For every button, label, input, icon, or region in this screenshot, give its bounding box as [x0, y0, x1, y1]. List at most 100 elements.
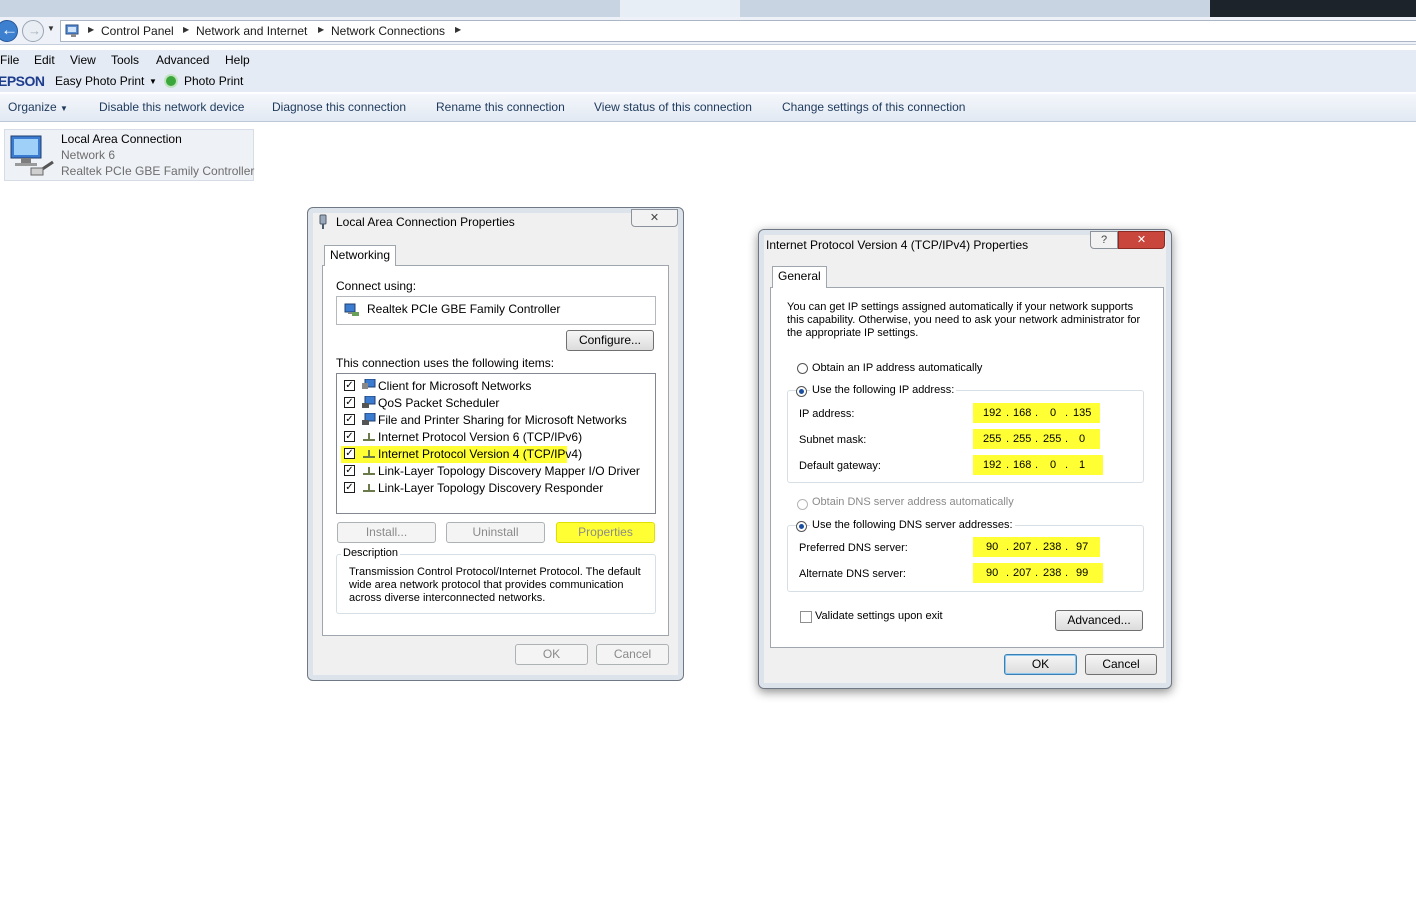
use-following-dns-radio[interactable] — [796, 521, 807, 532]
list-item[interactable]: ✓ File and Printer Sharing for Microsoft… — [337, 412, 655, 429]
uninstall-button[interactable]: Uninstall — [446, 522, 545, 543]
dns-group: Use the following DNS server addresses: … — [787, 519, 1144, 592]
organize-menu[interactable]: Organize ▼ — [8, 100, 68, 114]
checkbox[interactable]: ✓ — [344, 465, 355, 476]
adapter-field: Realtek PCIe GBE Family Controller — [336, 296, 656, 325]
tab-general[interactable]: General — [772, 266, 827, 288]
default-gateway-label: Default gateway: — [799, 460, 881, 472]
breadcrumb-control-panel[interactable]: Control Panel — [101, 24, 174, 38]
item-label: Internet Protocol Version 4 (TCP/IPv4) — [378, 447, 583, 461]
close-button[interactable]: ✕ — [1118, 231, 1165, 249]
breadcrumb-separator-icon[interactable]: ▶ — [455, 25, 461, 34]
install-button[interactable]: Install... — [337, 522, 436, 543]
local-area-connection-tile[interactable]: Local Area Connection Network 6 Realtek … — [4, 129, 254, 181]
preferred-dns-label: Preferred DNS server: — [799, 542, 908, 554]
ip-octet: 255 — [1043, 433, 1062, 445]
ip-octet: 97 — [1076, 541, 1089, 553]
list-item[interactable]: ✓ Internet Protocol Version 6 (TCP/IPv6) — [337, 429, 655, 446]
ip-octet: 0 — [1079, 433, 1086, 445]
forward-arrow-icon: → — [28, 23, 41, 38]
default-gateway-field[interactable]: 192. 168. 0. 1 — [973, 455, 1103, 475]
validate-checkbox[interactable] — [800, 611, 812, 623]
back-arrow-icon: ← — [1, 20, 18, 39]
ip-octet: 99 — [1076, 567, 1089, 579]
forward-button[interactable]: → — [22, 20, 44, 42]
obtain-ip-auto-label: Obtain an IP address automatically — [812, 362, 983, 374]
ok-button[interactable]: OK — [1004, 654, 1077, 675]
checkbox[interactable]: ✓ — [344, 397, 355, 408]
network-client-icon — [362, 379, 376, 389]
configure-button[interactable]: Configure... — [566, 330, 654, 351]
rename-connection-button[interactable]: Rename this connection — [436, 100, 565, 114]
menu-bar: File Edit View Tools Advanced Help — [0, 50, 1416, 71]
list-item[interactable]: ✓ Link-Layer Topology Discovery Mapper I… — [337, 463, 655, 480]
ip-octet: 135 — [1073, 407, 1092, 419]
list-item[interactable]: ✓ Client for Microsoft Networks — [337, 378, 655, 395]
obtain-dns-auto-radio[interactable] — [797, 499, 808, 510]
ok-button[interactable]: OK — [515, 644, 588, 665]
chevron-down-icon[interactable]: ▼ — [149, 77, 157, 86]
view-status-button[interactable]: View status of this connection — [594, 100, 752, 114]
change-settings-button[interactable]: Change settings of this connection — [782, 100, 965, 114]
alternate-dns-field[interactable]: 90. 207. 238. 99 — [973, 563, 1103, 583]
network-service-icon — [362, 396, 376, 408]
photo-print-icon — [164, 74, 178, 88]
easy-photo-print-button[interactable]: Easy Photo Print — [55, 74, 144, 88]
protocol-icon — [363, 450, 375, 458]
item-label: Link-Layer Topology Discovery Mapper I/O… — [378, 464, 640, 478]
menu-file[interactable]: File — [0, 53, 19, 67]
ip-octet: 90 — [986, 541, 999, 553]
chevron-down-icon: ▼ — [60, 104, 68, 113]
properties-button[interactable]: Properties — [556, 522, 655, 543]
recent-pages-dropdown[interactable]: ▼ — [47, 24, 55, 33]
help-button[interactable]: ? — [1090, 231, 1118, 249]
checkbox[interactable]: ✓ — [344, 482, 355, 493]
control-panel-icon — [65, 24, 79, 37]
obtain-dns-auto-label: Obtain DNS server address automatically — [812, 496, 1014, 508]
use-following-ip-radio[interactable] — [796, 386, 807, 397]
list-item[interactable]: ✓ QoS Packet Scheduler — [337, 395, 655, 412]
menu-advanced[interactable]: Advanced — [156, 53, 209, 67]
close-button[interactable]: ✕ — [631, 209, 678, 227]
epson-toolbar: EPSON Easy Photo Print ▼ Photo Print — [0, 71, 1416, 92]
item-label: File and Printer Sharing for Microsoft N… — [378, 413, 627, 427]
cancel-button[interactable]: Cancel — [596, 644, 669, 665]
network-adapter-icon — [10, 135, 54, 176]
breadcrumb-network-connections[interactable]: Network Connections — [331, 24, 445, 38]
list-item[interactable]: ✓ Link-Layer Topology Discovery Responde… — [337, 480, 655, 497]
validate-label: Validate settings upon exit — [815, 610, 943, 622]
item-label: QoS Packet Scheduler — [378, 396, 500, 410]
menu-view[interactable]: View — [70, 53, 96, 67]
disable-network-device-button[interactable]: Disable this network device — [99, 100, 244, 114]
menu-help[interactable]: Help — [225, 53, 250, 67]
address-box[interactable]: ▶ Control Panel ▶ Network and Internet ▶… — [60, 20, 1416, 42]
advanced-button[interactable]: Advanced... — [1055, 610, 1143, 631]
menu-tools[interactable]: Tools — [111, 53, 139, 67]
menu-edit[interactable]: Edit — [34, 53, 55, 67]
ip-address-label: IP address: — [799, 408, 855, 420]
organize-label: Organize — [8, 100, 57, 114]
cancel-button[interactable]: Cancel — [1085, 654, 1157, 675]
checkbox[interactable]: ✓ — [344, 414, 355, 425]
dialog-title: Internet Protocol Version 4 (TCP/IPv4) P… — [766, 238, 1029, 252]
ip-address-field[interactable]: 192. 168. 0. 135 — [973, 403, 1100, 423]
back-button[interactable]: ← — [0, 20, 18, 42]
dialog-title: Local Area Connection Properties — [336, 215, 515, 229]
ip-octet: 238 — [1043, 567, 1062, 579]
obtain-ip-auto-radio[interactable] — [797, 363, 808, 374]
preferred-dns-field[interactable]: 90. 207. 238. 97 — [973, 537, 1100, 557]
taskbar-strip — [0, 0, 1416, 17]
breadcrumb-network-and-internet[interactable]: Network and Internet — [196, 24, 307, 38]
diagnose-connection-button[interactable]: Diagnose this connection — [272, 100, 406, 114]
subnet-mask-field[interactable]: 255. 255. 255. 0 — [973, 429, 1100, 449]
ipv4-properties-dialog: Internet Protocol Version 4 (TCP/IPv4) P… — [758, 229, 1172, 689]
photo-print-button[interactable]: Photo Print — [184, 74, 243, 88]
ip-octet: 192 — [983, 459, 1002, 471]
checkbox[interactable]: ✓ — [344, 431, 355, 442]
checkbox[interactable]: ✓ — [344, 380, 355, 391]
tab-networking[interactable]: Networking — [324, 245, 397, 266]
checkbox[interactable]: ✓ — [344, 448, 355, 459]
command-bar: Organize ▼ Disable this network device D… — [0, 94, 1416, 122]
ip-octet: 1 — [1079, 459, 1086, 471]
list-item-selected[interactable]: ✓ Internet Protocol Version 4 (TCP/IPv4) — [341, 446, 582, 463]
